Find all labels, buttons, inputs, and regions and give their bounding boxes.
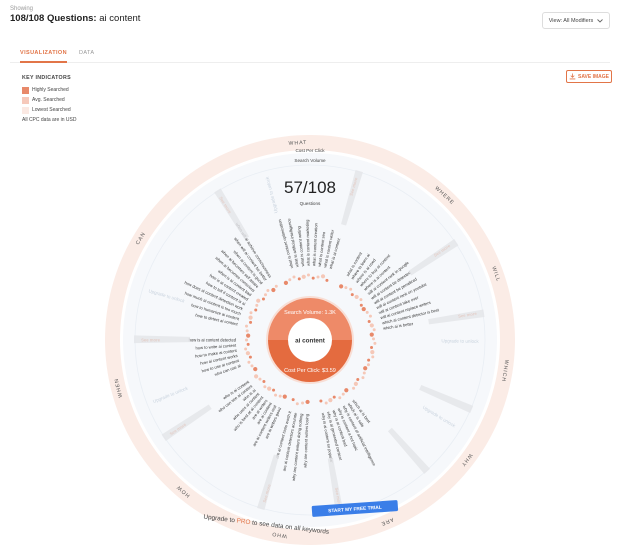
volume-dot	[278, 394, 282, 398]
volume-dot	[372, 328, 376, 332]
volume-dot	[267, 386, 272, 391]
volume-dot	[282, 394, 287, 399]
volume-dot	[250, 364, 254, 368]
volume-dot	[311, 276, 315, 280]
volume-dot	[274, 284, 278, 288]
volume-dot	[344, 388, 349, 393]
volume-dot	[253, 367, 258, 372]
volume-dot	[263, 293, 267, 297]
modifier-label-what[interactable]: WHAT	[288, 140, 307, 147]
volume-dot	[295, 402, 299, 406]
volume-dot	[266, 288, 270, 292]
volume-dot	[366, 363, 370, 367]
volume-dot	[297, 277, 301, 281]
volume-dot	[371, 337, 375, 341]
volume-dot	[319, 399, 323, 403]
volume-dot	[254, 374, 259, 379]
volume-dot	[301, 274, 306, 279]
volume-dot	[320, 274, 326, 279]
question-wheel: WHATWHEREWILLWHICHWHYAREWHOHOWWHENCAN Up…	[105, 134, 516, 545]
volume-dot	[261, 297, 265, 301]
volume-dot	[306, 273, 310, 277]
volume-dot	[367, 319, 371, 323]
volume-dot	[363, 366, 368, 371]
volume-dot	[361, 376, 365, 380]
center-keyword: ai content	[295, 338, 326, 345]
volume-dot	[354, 294, 359, 300]
volume-dot	[359, 298, 363, 302]
volume-dot	[248, 315, 253, 320]
volume-dot	[352, 386, 356, 390]
volume-dot	[246, 333, 251, 338]
volume-dot	[258, 377, 262, 381]
volume-dot	[353, 381, 358, 387]
search-volume-label: Search Volume	[294, 158, 326, 163]
volume-dot	[350, 293, 354, 297]
volume-dot	[369, 332, 374, 337]
volume-dot	[356, 378, 360, 382]
volume-dot	[325, 278, 329, 282]
volume-dot	[249, 320, 253, 324]
volume-dot	[368, 314, 372, 318]
volume-dot	[328, 398, 333, 403]
volume-dot	[305, 399, 310, 405]
volume-dot	[245, 338, 248, 342]
volume-dot	[274, 393, 278, 397]
volume-dot	[283, 280, 289, 285]
volume-dot	[367, 358, 371, 362]
volume-dot	[245, 351, 250, 356]
volume-dot	[324, 401, 328, 405]
volume-dot	[292, 275, 296, 279]
volume-dot	[332, 395, 336, 399]
volume-dot	[247, 360, 251, 364]
question-item[interactable]: how is ai content detected	[189, 338, 237, 343]
volume-dot	[272, 388, 276, 392]
volume-dot	[338, 396, 342, 400]
volume-dot	[362, 371, 366, 375]
volume-dot	[369, 323, 374, 328]
volume-dot	[271, 287, 276, 293]
volume-dot	[248, 355, 252, 359]
questions-ratio: 57/108	[284, 178, 336, 197]
volume-dot	[244, 347, 248, 351]
volume-dot	[349, 287, 353, 291]
volume-dot	[255, 303, 259, 307]
volume-dot	[288, 278, 292, 282]
volume-dot	[246, 342, 250, 346]
volume-dot	[245, 324, 249, 328]
volume-dot	[359, 303, 363, 307]
volume-dot	[341, 392, 345, 396]
volume-dot	[370, 350, 375, 355]
volume-dot	[256, 298, 261, 303]
cost-per-click-value: Cost Per Click: $3.59	[284, 368, 336, 374]
volume-dot	[301, 401, 305, 405]
questions-ratio-label: Questions	[300, 201, 321, 206]
volume-dot	[245, 329, 249, 333]
cost-per-click-label: Cost Per Click	[295, 148, 325, 153]
volume-dot	[263, 385, 267, 389]
upgrade-to-unlock[interactable]: Upgrade to unlock	[441, 338, 479, 344]
volume-dot	[344, 286, 348, 290]
volume-dot	[316, 275, 320, 279]
volume-dot	[339, 284, 344, 289]
volume-dot	[249, 311, 253, 315]
volume-dot	[373, 341, 377, 345]
volume-dot	[262, 379, 266, 383]
volume-dot	[291, 398, 295, 402]
volume-dot	[371, 355, 375, 359]
volume-dot	[361, 306, 366, 312]
volume-dot	[365, 310, 369, 314]
volume-dot	[370, 346, 374, 350]
volume-dot	[254, 308, 258, 312]
search-volume-value: Search Volume: 1.3K	[284, 310, 336, 316]
